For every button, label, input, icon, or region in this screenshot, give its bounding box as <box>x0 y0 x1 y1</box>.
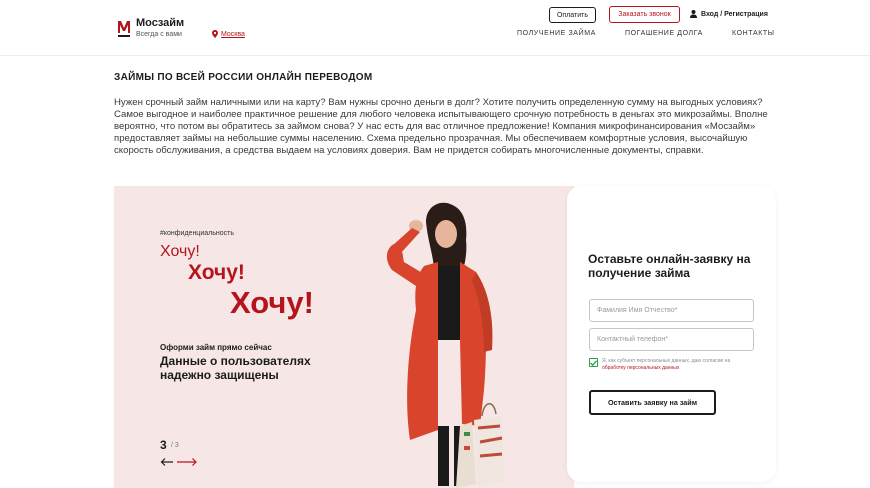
woman-with-shopping-bags-image <box>386 202 504 488</box>
user-icon <box>690 10 697 18</box>
city-label: Москва <box>221 30 245 38</box>
nav-contacts[interactable]: КОНТАКТЫ <box>732 30 775 37</box>
personal-data-link[interactable]: обработку персональных данных <box>602 365 679 371</box>
brand-name[interactable]: Мосзайм <box>136 17 184 29</box>
banner-headline-3: Хочу! <box>230 285 314 320</box>
submit-loan-request-button[interactable]: Оставить заявку на займ <box>589 390 716 415</box>
consent-text: Я, как субъект персональных данных, даю … <box>602 358 748 371</box>
order-call-button[interactable]: Заказать звонок <box>609 6 680 23</box>
phone-input[interactable]: Контактный телефон* <box>589 328 754 351</box>
banner-headline-2: Хочу! <box>188 261 245 284</box>
login-link[interactable]: Вход / Регистрация <box>690 10 768 18</box>
banner-cta-subtitle: Оформи займ прямо сейчас <box>160 343 272 352</box>
banner-cta-title: Данные о пользователях надежно защищены <box>160 354 311 382</box>
pay-button[interactable]: Оплатить <box>549 7 596 23</box>
consent-label: Я, как субъект персональных данных, даю … <box>602 358 731 364</box>
form-title: Оставьте онлайн-заявку на получение займ… <box>588 252 751 280</box>
promo-banner: #конфиденциальность Хочу! Хочу! Хочу! Оф… <box>114 186 574 488</box>
nav-repay-debt[interactable]: ПОГАШЕНИЕ ДОЛГА <box>625 30 703 37</box>
arrow-left-icon[interactable] <box>160 457 174 467</box>
article-text: Нужен срочный займ наличными или на карт… <box>114 97 768 157</box>
banner-hashtag: #конфиденциальность <box>160 230 234 237</box>
site-header: Мосзайм Всегда с вами Москва Оплатить За… <box>0 0 870 56</box>
arrow-right-icon[interactable] <box>176 457 198 467</box>
brand-tagline: Всегда с вами <box>136 31 182 38</box>
m-logo-icon[interactable] <box>117 18 131 38</box>
city-selector[interactable]: Москва <box>212 30 245 38</box>
consent-checkbox[interactable] <box>589 358 598 367</box>
full-name-input[interactable]: Фамилия Имя Отчество* <box>589 299 754 322</box>
slide-counter-current: 3 <box>160 438 167 452</box>
checkmark-icon <box>590 359 597 366</box>
login-label: Вход / Регистрация <box>701 10 768 18</box>
banner-headline-1: Хочу! <box>160 243 200 260</box>
location-pin-icon <box>212 30 218 38</box>
slide-counter-total: / 3 <box>171 442 179 449</box>
article-title: ЗАЙМЫ ПО ВСЕЙ РОССИИ ОНЛАЙН ПЕРЕВОДОМ <box>114 72 373 83</box>
nav-get-loan[interactable]: ПОЛУЧЕНИЕ ЗАЙМА <box>517 30 596 37</box>
